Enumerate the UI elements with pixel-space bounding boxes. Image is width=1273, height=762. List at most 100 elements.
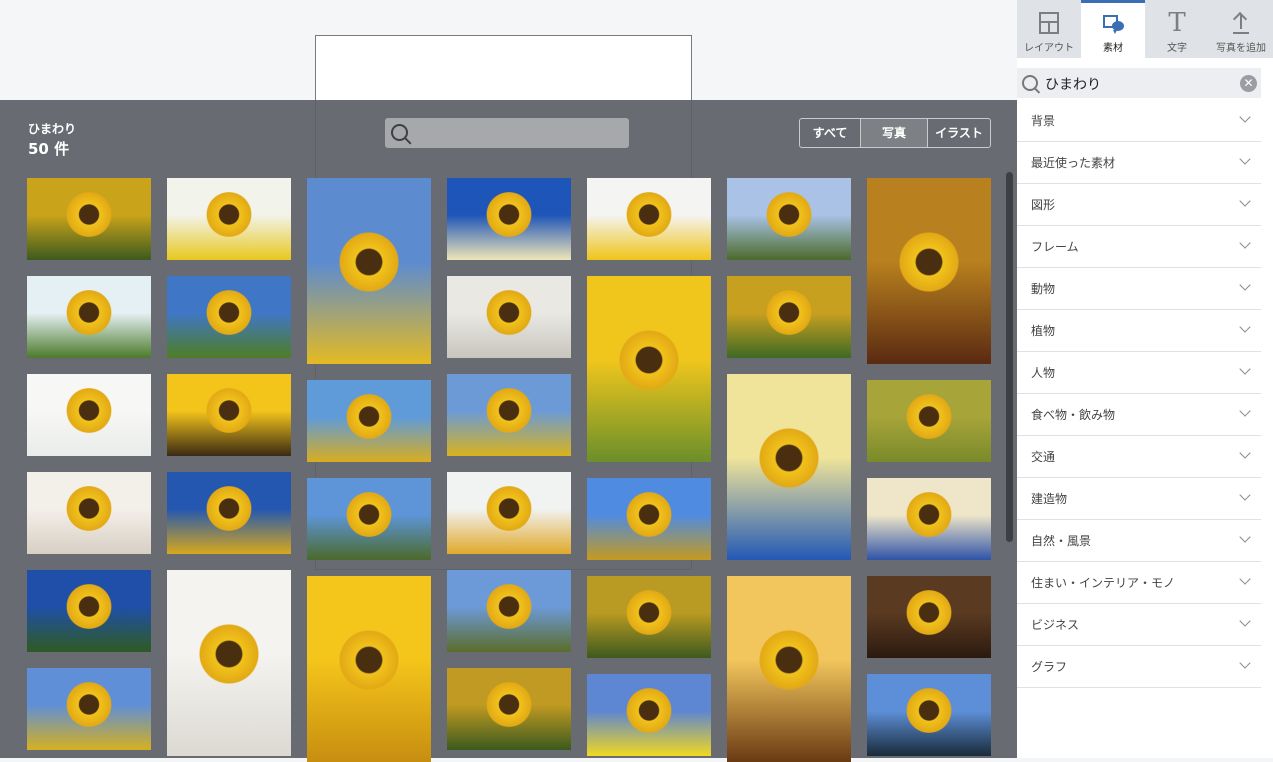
category-label: グラフ xyxy=(1031,660,1068,674)
sunflower-image xyxy=(626,192,672,238)
photo-thumbnail[interactable] xyxy=(587,674,711,756)
category-item[interactable]: ビジネス xyxy=(1017,604,1261,646)
sunflower-image xyxy=(66,192,112,238)
photo-thumbnail[interactable] xyxy=(167,178,291,260)
photo-thumbnail[interactable] xyxy=(447,178,571,260)
category-item[interactable]: 交通 xyxy=(1017,436,1261,478)
sunflower-image xyxy=(206,192,252,238)
search-icon xyxy=(391,124,408,141)
category-item[interactable]: 人物 xyxy=(1017,352,1261,394)
photo-thumbnail[interactable] xyxy=(727,374,851,560)
material-search-panel: ひまわり 50 件 すべて 写真 イラスト xyxy=(0,100,1017,762)
category-label: 最近使った素材 xyxy=(1031,156,1116,170)
category-item[interactable]: 動物 xyxy=(1017,268,1261,310)
photo-thumbnail[interactable] xyxy=(587,178,711,260)
tab-add-photo[interactable]: 写真を追加 xyxy=(1209,0,1273,57)
text-icon: T xyxy=(1168,8,1186,38)
clear-icon[interactable]: ✕ xyxy=(1240,75,1257,92)
photo-thumbnail[interactable] xyxy=(27,472,151,554)
filter-group: すべて 写真 イラスト xyxy=(799,118,991,148)
category-item[interactable]: 建造物 xyxy=(1017,478,1261,520)
category-item[interactable]: 自然・風景 xyxy=(1017,520,1261,562)
sunflower-image xyxy=(906,688,952,734)
photo-thumbnail[interactable] xyxy=(27,178,151,260)
photo-thumbnail[interactable] xyxy=(167,276,291,358)
chevron-down-icon xyxy=(1239,489,1251,501)
photo-thumbnail[interactable] xyxy=(307,576,431,762)
sunflower-image xyxy=(626,492,672,538)
tab-material[interactable]: 素材 xyxy=(1081,0,1145,58)
chevron-down-icon xyxy=(1239,279,1251,291)
photo-thumbnail[interactable] xyxy=(587,276,711,462)
filter-illustration[interactable]: イラスト xyxy=(927,119,990,147)
photo-thumbnail[interactable] xyxy=(307,380,431,462)
filter-photo[interactable]: 写真 xyxy=(860,119,927,147)
photo-thumbnail[interactable] xyxy=(167,570,291,756)
sunflower-image xyxy=(206,388,252,434)
category-item[interactable]: 最近使った素材 xyxy=(1017,142,1261,184)
sunflower-image xyxy=(486,290,532,336)
chevron-down-icon xyxy=(1239,363,1251,375)
tab-text[interactable]: T 文字 xyxy=(1145,0,1209,57)
sunflower-image xyxy=(619,329,679,390)
photo-thumbnail[interactable] xyxy=(27,374,151,456)
sunflower-image xyxy=(206,486,252,532)
chevron-down-icon xyxy=(1239,321,1251,333)
photo-thumbnail[interactable] xyxy=(867,674,991,756)
sunflower-image xyxy=(486,192,532,238)
tab-label: 文字 xyxy=(1167,43,1187,54)
chevron-down-icon xyxy=(1239,237,1251,249)
category-label: 交通 xyxy=(1031,450,1056,464)
photo-thumbnail[interactable] xyxy=(447,276,571,358)
category-label: 建造物 xyxy=(1031,492,1068,506)
photo-thumbnail[interactable] xyxy=(867,478,991,560)
photo-thumbnail[interactable] xyxy=(867,576,991,658)
sidebar-search-input[interactable] xyxy=(1043,72,1237,96)
photo-thumbnail[interactable] xyxy=(447,374,571,456)
photo-thumbnail[interactable] xyxy=(447,570,571,652)
photo-thumbnail[interactable] xyxy=(867,178,991,364)
category-item[interactable]: 住まい・インテリア・モノ xyxy=(1017,562,1261,604)
upload-icon xyxy=(1231,11,1251,34)
photo-thumbnail[interactable] xyxy=(447,472,571,554)
sunflower-image xyxy=(486,682,532,728)
sunflower-image xyxy=(339,629,399,690)
photo-thumbnail[interactable] xyxy=(307,478,431,560)
sunflower-image xyxy=(906,394,952,440)
category-label: 食べ物・飲み物 xyxy=(1031,408,1116,422)
photo-thumbnail[interactable] xyxy=(167,374,291,456)
filter-all[interactable]: すべて xyxy=(800,119,860,147)
category-label: ビジネス xyxy=(1031,618,1080,632)
sunflower-image xyxy=(206,290,252,336)
category-item[interactable]: グラフ xyxy=(1017,646,1261,688)
sidebar-search[interactable]: ✕ xyxy=(1017,68,1261,98)
panel-search-input[interactable] xyxy=(417,122,621,146)
photo-thumbnail[interactable] xyxy=(587,478,711,560)
photo-thumbnail[interactable] xyxy=(587,576,711,658)
category-item[interactable]: 背景 xyxy=(1017,100,1261,142)
photo-thumbnail[interactable] xyxy=(727,178,851,260)
photo-thumbnail[interactable] xyxy=(727,276,851,358)
sunflower-image xyxy=(759,427,819,488)
photo-thumbnail[interactable] xyxy=(867,380,991,462)
photo-thumbnail[interactable] xyxy=(307,178,431,364)
photo-thumbnail[interactable] xyxy=(27,276,151,358)
category-item[interactable]: 植物 xyxy=(1017,310,1261,352)
photo-thumbnail[interactable] xyxy=(167,472,291,554)
panel-search-box[interactable] xyxy=(385,118,629,148)
sunflower-image xyxy=(766,290,812,336)
panel-scrollbar[interactable] xyxy=(1006,172,1013,542)
layout-icon xyxy=(1039,12,1059,34)
photo-thumbnail[interactable] xyxy=(447,668,571,750)
photo-thumbnail[interactable] xyxy=(27,668,151,750)
photo-thumbnail[interactable] xyxy=(27,570,151,652)
tab-layout[interactable]: レイアウト xyxy=(1017,0,1081,57)
category-item[interactable]: フレーム xyxy=(1017,226,1261,268)
sunflower-image xyxy=(66,388,112,434)
sunflower-image xyxy=(339,231,399,292)
sunflower-image xyxy=(486,388,532,434)
photo-thumbnail[interactable] xyxy=(727,576,851,762)
category-item[interactable]: 食べ物・飲み物 xyxy=(1017,394,1261,436)
sunflower-image xyxy=(906,590,952,636)
category-item[interactable]: 図形 xyxy=(1017,184,1261,226)
